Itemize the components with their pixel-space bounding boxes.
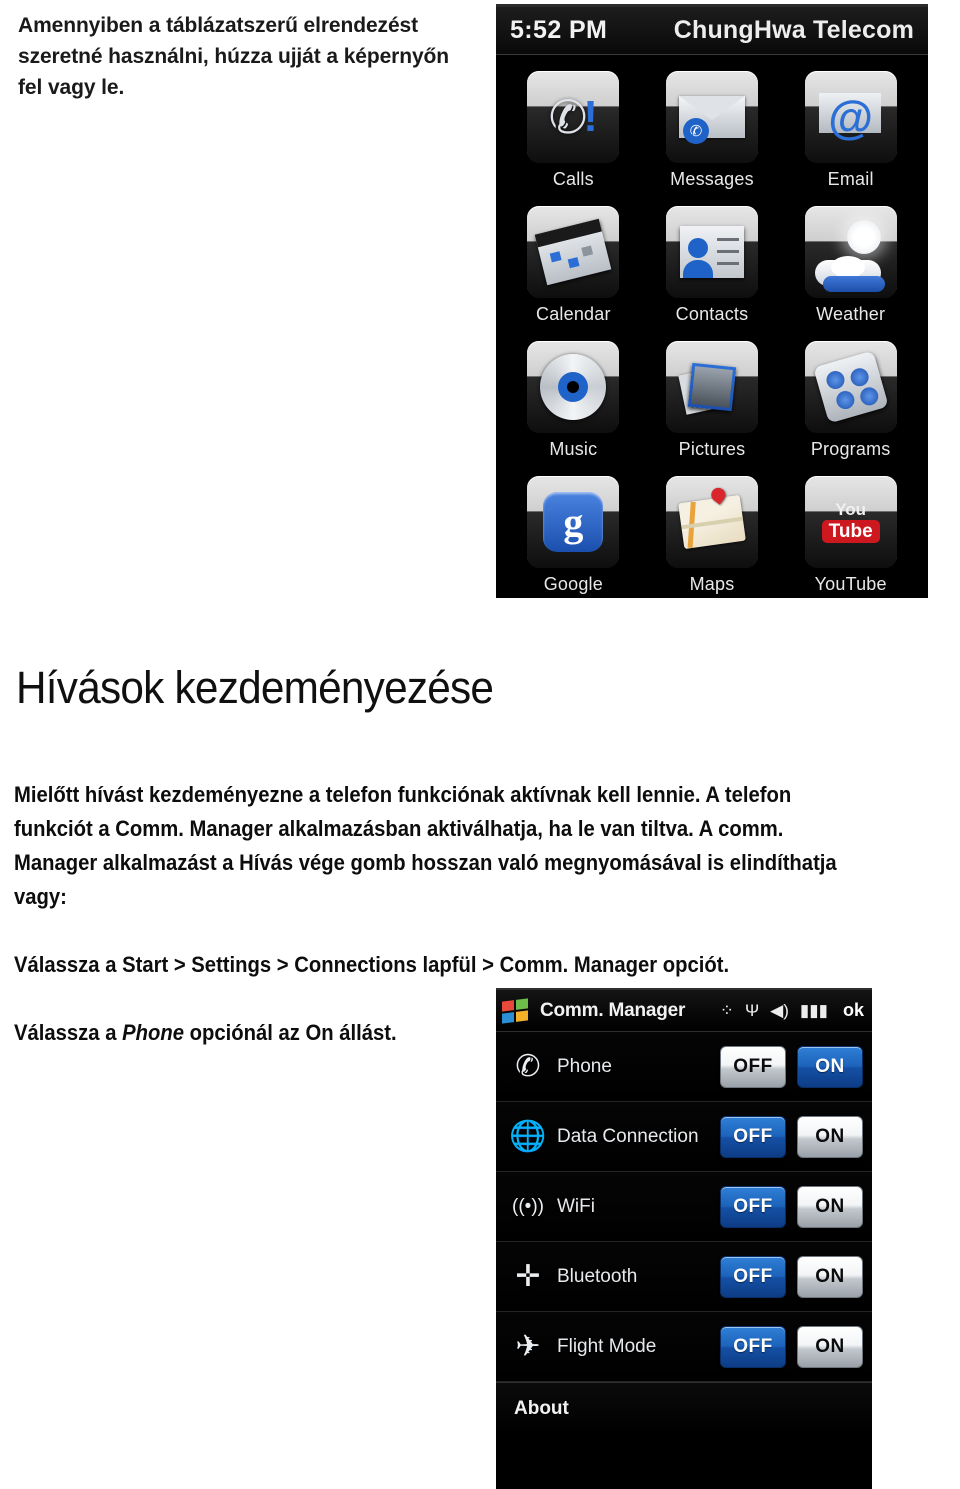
bluetooth-off-button[interactable]: OFF	[720, 1255, 786, 1298]
comm-manager-title-bar: Comm. Manager ⁘ Ψ ◀) ▮▮▮ ok	[496, 990, 872, 1032]
phone-on-button[interactable]: ON	[797, 1045, 863, 1088]
comm-manager-title: Comm. Manager	[540, 999, 686, 1021]
app-label: Programs	[810, 439, 891, 459]
flight-on-button[interactable]: ON	[797, 1325, 863, 1368]
comm-row-toggle: OFF ON	[720, 1115, 863, 1158]
comm-row-label: Data Connection	[557, 1125, 699, 1147]
calendar-icon	[527, 206, 620, 298]
email-icon: @	[804, 71, 897, 163]
comm-row-label: Phone	[557, 1055, 612, 1077]
app-label: Contacts	[675, 304, 749, 324]
wifi-off-button[interactable]: OFF	[720, 1185, 786, 1228]
airplane-icon: ✈	[515, 1329, 541, 1363]
app-label: Messages	[670, 169, 754, 189]
comm-row-toggle: OFF ON	[720, 1185, 863, 1228]
ok-button[interactable]: ok	[843, 1000, 864, 1021]
comm-row-data-connection: 🌐 Data Connection OFF ON	[496, 1102, 872, 1172]
phone-off-button[interactable]: OFF	[720, 1045, 786, 1088]
comm-row-phone: ✆ Phone OFF ON	[496, 1032, 872, 1102]
music-icon	[527, 341, 620, 433]
comm-row-toggle: OFF ON	[720, 1255, 863, 1298]
weather-icon	[804, 206, 897, 298]
p3-italic-phone: Phone	[122, 1020, 184, 1045]
page-title: Hívások kezdeményezése	[16, 662, 494, 713]
app-label: Google	[543, 574, 603, 594]
comm-row-toggle: OFF ON	[720, 1325, 863, 1368]
comm-row-wifi: ((•)) WiFi OFF ON	[496, 1172, 872, 1242]
phone-icon: ✆	[515, 1049, 541, 1083]
title-bar-icons: ⁘ Ψ ◀) ▮▮▮ ok	[720, 1000, 864, 1021]
comm-row-label: WiFi	[557, 1195, 595, 1217]
comm-manager-screenshot: Comm. Manager ⁘ Ψ ◀) ▮▮▮ ok ✆ Phone OFF …	[496, 988, 872, 1489]
app-label: Pictures	[678, 439, 746, 459]
app-item-pictures[interactable]: Pictures	[643, 335, 782, 470]
p3-post: állást.	[333, 1020, 397, 1045]
flight-off-button[interactable]: OFF	[720, 1325, 786, 1368]
app-label: Calendar	[536, 304, 611, 324]
p3-mid: opciónál az	[183, 1020, 306, 1045]
contacts-icon	[665, 206, 758, 298]
comm-row-label: Bluetooth	[557, 1265, 638, 1287]
app-item-calendar[interactable]: Calendar	[504, 200, 643, 335]
youtube-icon: You Tube	[804, 476, 897, 568]
home-screen-screenshot: 5:52 PM ChungHwa Telecom ✆! Calls ✆ Mess…	[496, 4, 928, 598]
windows-logo-icon	[502, 997, 528, 1024]
maps-icon	[665, 476, 758, 568]
data-off-button[interactable]: OFF	[720, 1115, 786, 1158]
app-item-calls[interactable]: ✆! Calls	[504, 65, 643, 200]
app-item-maps[interactable]: Maps	[643, 470, 782, 598]
wifi-on-button[interactable]: ON	[797, 1185, 863, 1228]
calls-icon: ✆!	[527, 71, 620, 163]
comm-manager-bottom-bar: About	[496, 1382, 872, 1434]
app-label: YouTube	[814, 574, 887, 594]
app-item-music[interactable]: Music	[504, 335, 643, 470]
app-item-weather[interactable]: Weather	[781, 200, 920, 335]
p3-pre: Válassza a	[14, 1020, 123, 1045]
wifi-icon: ((•))	[512, 1196, 544, 1217]
app-grid: ✆! Calls ✆ Messages @ Email Calendar Con…	[496, 55, 928, 598]
pictures-icon	[665, 341, 758, 433]
paragraph-2: Válassza a Start > Settings > Connection…	[14, 952, 730, 977]
speaker-icon[interactable]: ◀)	[770, 1002, 789, 1019]
programs-icon	[804, 341, 897, 433]
paragraph-1: Mielőtt hívást kezdeményezne a telefon f…	[14, 782, 837, 909]
app-label: Weather	[816, 304, 886, 324]
app-label: Music	[549, 439, 598, 459]
app-item-email[interactable]: @ Email	[781, 65, 920, 200]
status-bar: 5:52 PM ChungHwa Telecom	[496, 7, 928, 55]
status-time: 5:52 PM	[510, 16, 608, 44]
p3-bold-on: On	[305, 1020, 334, 1045]
messages-icon: ✆	[665, 71, 758, 163]
intro-paragraph: Amennyiben a táblázatszerű elrendezést s…	[18, 14, 449, 99]
google-icon: g	[527, 476, 620, 568]
app-item-contacts[interactable]: Contacts	[643, 200, 782, 335]
status-carrier: ChungHwa Telecom	[673, 16, 914, 44]
sync-off-icon[interactable]: ⁘	[720, 1002, 734, 1019]
battery-icon[interactable]: ▮▮▮	[800, 1002, 828, 1019]
data-on-button[interactable]: ON	[797, 1115, 863, 1158]
app-label: Email	[827, 169, 874, 189]
app-item-messages[interactable]: ✆ Messages	[643, 65, 782, 200]
comm-row-bluetooth: ✛ Bluetooth OFF ON	[496, 1242, 872, 1312]
paragraph-gap-1	[14, 914, 858, 948]
bluetooth-icon: ✛	[515, 1259, 541, 1293]
app-item-programs[interactable]: Programs	[781, 335, 920, 470]
bluetooth-on-button[interactable]: ON	[797, 1255, 863, 1298]
data-globe-icon: 🌐	[509, 1119, 547, 1153]
app-item-google[interactable]: g Google	[504, 470, 643, 598]
app-item-youtube[interactable]: You Tube YouTube	[781, 470, 920, 598]
comm-row-flight-mode: ✈ Flight Mode OFF ON	[496, 1312, 872, 1382]
comm-row-label: Flight Mode	[557, 1335, 657, 1357]
app-label: Calls	[552, 169, 594, 189]
app-label: Maps	[689, 574, 735, 594]
about-button[interactable]: About	[514, 1398, 569, 1420]
comm-row-toggle: OFF ON	[720, 1045, 863, 1088]
signal-icon[interactable]: Ψ	[745, 1002, 759, 1019]
